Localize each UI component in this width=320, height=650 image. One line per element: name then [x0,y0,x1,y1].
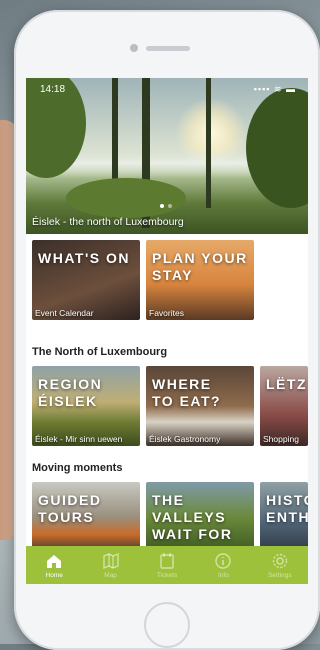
tile-subtitle: Event Calendar [35,308,94,318]
status-time: 14:18 [40,84,66,95]
tile-title: HISTO ENTH [266,492,308,525]
tab-home[interactable]: Home [26,546,82,584]
carousel-dots[interactable] [160,204,172,208]
tab-label: Info [218,571,229,579]
tile-where-to-eat[interactable]: WHERE TO EAT? Éislek Gastronomy [146,366,254,446]
tile-plan-your-stay[interactable]: PLAN YOUR STAY Favorites [146,240,254,320]
front-camera [130,44,138,52]
app-screen: 14:18 ▪▪▪▪ ≋ ▬ Éislek - the north of Lux… [26,78,308,584]
signal-icon: ▪▪▪▪ ≋ ▬ [253,84,296,94]
tile-title: REGION ÉISLEK [38,376,103,409]
tile-title: WHAT'S ON [38,250,131,266]
tab-settings[interactable]: Settings [252,546,308,584]
map-icon [102,552,119,569]
carousel-dot[interactable] [168,204,172,208]
tile-title: LËTZ [266,376,307,392]
tile-guided-tours[interactable]: GUIDED TOURS [32,482,140,552]
info-icon [215,552,232,569]
settings-icon [272,553,288,568]
section-title: Moving moments [32,462,123,474]
tile-subtitle: Éislek Gastronomy [149,434,221,444]
tab-tickets[interactable]: Tickets [139,546,195,584]
status-bar: 14:18 ▪▪▪▪ ≋ ▬ [26,84,308,98]
tile-shopping[interactable]: LËTZ Shopping [260,366,308,446]
tile-whats-on[interactable]: WHAT'S ON Event Calendar [32,240,140,320]
hero-caption: Éislek - the north of Luxembourg [32,216,184,228]
tile-title: WHERE TO EAT? [152,376,222,409]
tickets-icon [160,552,174,569]
tile-subtitle: Shopping [263,434,299,444]
hero-banner[interactable]: 14:18 ▪▪▪▪ ≋ ▬ Éislek - the north of Lux… [26,78,308,234]
tab-info[interactable]: Info [195,546,251,584]
section-title: The North of Luxembourg [32,346,168,358]
tab-label: Home [45,571,63,579]
home-button[interactable] [144,602,190,648]
tile-region-eislek[interactable]: REGION ÉISLEK Éislek - Mir sinn uewen [32,366,140,446]
tree-canopy [246,88,308,208]
tile-subtitle: Favorites [149,308,184,318]
tab-label: Settings [268,571,292,579]
tile-history[interactable]: HISTO ENTH [260,482,308,552]
tile-valleys[interactable]: THE VALLEYS WAIT FOR YOU [146,482,254,552]
tab-label: Map [104,571,117,579]
tile-title: THE VALLEYS WAIT FOR YOU [152,492,233,552]
tile-title: GUIDED TOURS [38,492,102,525]
tab-map[interactable]: Map [82,546,138,584]
home-icon [47,554,62,568]
tab-bar: Home Map Tickets Info Settings [26,546,308,584]
tile-subtitle: Éislek - Mir sinn uewen [35,434,123,444]
tile-title: PLAN YOUR STAY [152,250,248,283]
tree-canopy [66,178,186,218]
earpiece-speaker [146,46,190,51]
carousel-dot[interactable] [160,204,164,208]
tab-label: Tickets [156,571,178,579]
phone-device: 14:18 ▪▪▪▪ ≋ ▬ Éislek - the north of Lux… [14,10,320,650]
